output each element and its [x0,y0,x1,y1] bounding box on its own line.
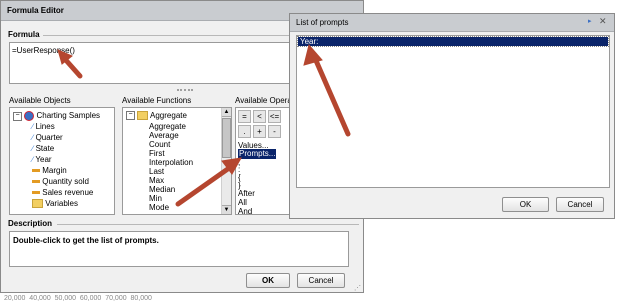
scroll-down-button[interactable]: ▼ [222,205,231,214]
ok-button[interactable]: OK [246,273,290,288]
available-operators-label: Available Operato [235,96,295,105]
prompts-titlebar[interactable]: List of prompts ▸ ✕ [290,14,614,32]
resize-grip-icon[interactable]: ⋰ [354,284,361,292]
available-functions-tree[interactable]: − Aggregate Aggregate Average Count Firs… [122,107,232,215]
tree-node-label: Lines [35,122,55,131]
tree-node-charting-samples[interactable]: − Charting Samples [13,111,100,121]
universe-icon [24,111,35,121]
tree-node-state[interactable]: ∕ State [32,144,54,154]
description-label-rule [57,224,359,225]
tree-node-label: Sales revenue [42,188,94,197]
scroll-thumb[interactable] [222,118,231,158]
operator-button[interactable]: . [238,125,251,138]
tree-node-lines[interactable]: ∕ Lines [32,122,55,132]
background-axis-ticks: 20,000 40,000 50,000 60,000 70,000 80,00… [4,295,152,302]
prompts-ok-button[interactable]: OK [502,197,549,212]
tree-node-sales-revenue[interactable]: Sales revenue [32,188,93,198]
operator-button[interactable]: - [268,125,281,138]
dimension-icon: ∕ [32,155,34,164]
formula-label: Formula [8,30,40,39]
list-of-prompts-dialog: List of prompts ▸ ✕ Year: OK Cancel [289,13,615,219]
operator-button[interactable]: < [253,110,266,123]
operator-button[interactable]: <= [268,110,281,123]
formula-text: =UserResponse() [12,46,75,55]
prompts-title: List of prompts [296,18,349,27]
folder-icon [32,199,43,209]
tree-node-label: State [35,144,55,153]
function-label: Aggregate [150,111,187,120]
tree-node-label: Year [35,155,52,164]
measure-icon [32,191,40,195]
operator-item[interactable]: And [238,207,252,214]
maximize-icon[interactable]: ▸ [588,17,596,25]
dimension-icon: ∕ [32,144,34,153]
description-text: Double-click to get the list of prompts. [13,236,159,245]
measure-icon [32,180,40,184]
description-label: Description [8,219,53,228]
dimension-icon: ∕ [32,133,34,142]
prompts-cancel-button[interactable]: Cancel [556,197,604,212]
prompt-item-year[interactable]: Year: [297,36,609,47]
tree-node-margin[interactable]: Margin [32,166,67,176]
tree-node-quarter[interactable]: ∕ Quarter [32,133,63,143]
operator-button[interactable]: + [253,125,266,138]
collapse-icon[interactable]: − [13,111,22,121]
available-functions-label: Available Functions [122,96,192,105]
formula-editor-title: Formula Editor [7,6,64,15]
available-operators-panel: = < <= . + - Values... Prompts... ; : { … [235,107,295,215]
tree-node-variables[interactable]: Variables [32,199,78,209]
description-box: Double-click to get the list of prompts. [9,231,349,267]
functions-scrollbar[interactable]: ▲ ▼ [221,108,231,214]
measure-icon [32,169,40,173]
collapse-icon[interactable]: − [126,111,135,121]
folder-icon [137,111,149,121]
tree-node-label: Quarter [35,133,63,142]
tree-node-label: Margin [42,166,67,175]
tree-node-label: Variables [45,199,78,208]
tree-node-year[interactable]: ∕ Year [32,155,52,165]
available-objects-tree[interactable]: − Charting Samples ∕ Lines ∕ Quarter ∕ S… [9,107,115,215]
function-item[interactable]: Mode [149,203,169,213]
dimension-icon: ∕ [32,122,34,131]
operator-button[interactable]: = [238,110,251,123]
tree-node-label: Charting Samples [36,111,101,121]
operator-item-prompts[interactable]: Prompts... [238,149,277,159]
tree-node-label: Quantity sold [42,177,89,186]
prompts-list[interactable]: Year: [296,35,610,188]
close-icon[interactable]: ✕ [599,16,608,26]
function-folder-aggregate[interactable]: − Aggregate [126,111,187,121]
tree-node-quantity-sold[interactable]: Quantity sold [32,177,89,187]
scroll-up-button[interactable]: ▲ [222,108,231,117]
cancel-button[interactable]: Cancel [297,273,345,288]
splitter-grip[interactable] [177,89,193,92]
available-objects-label: Available Objects [9,96,71,105]
